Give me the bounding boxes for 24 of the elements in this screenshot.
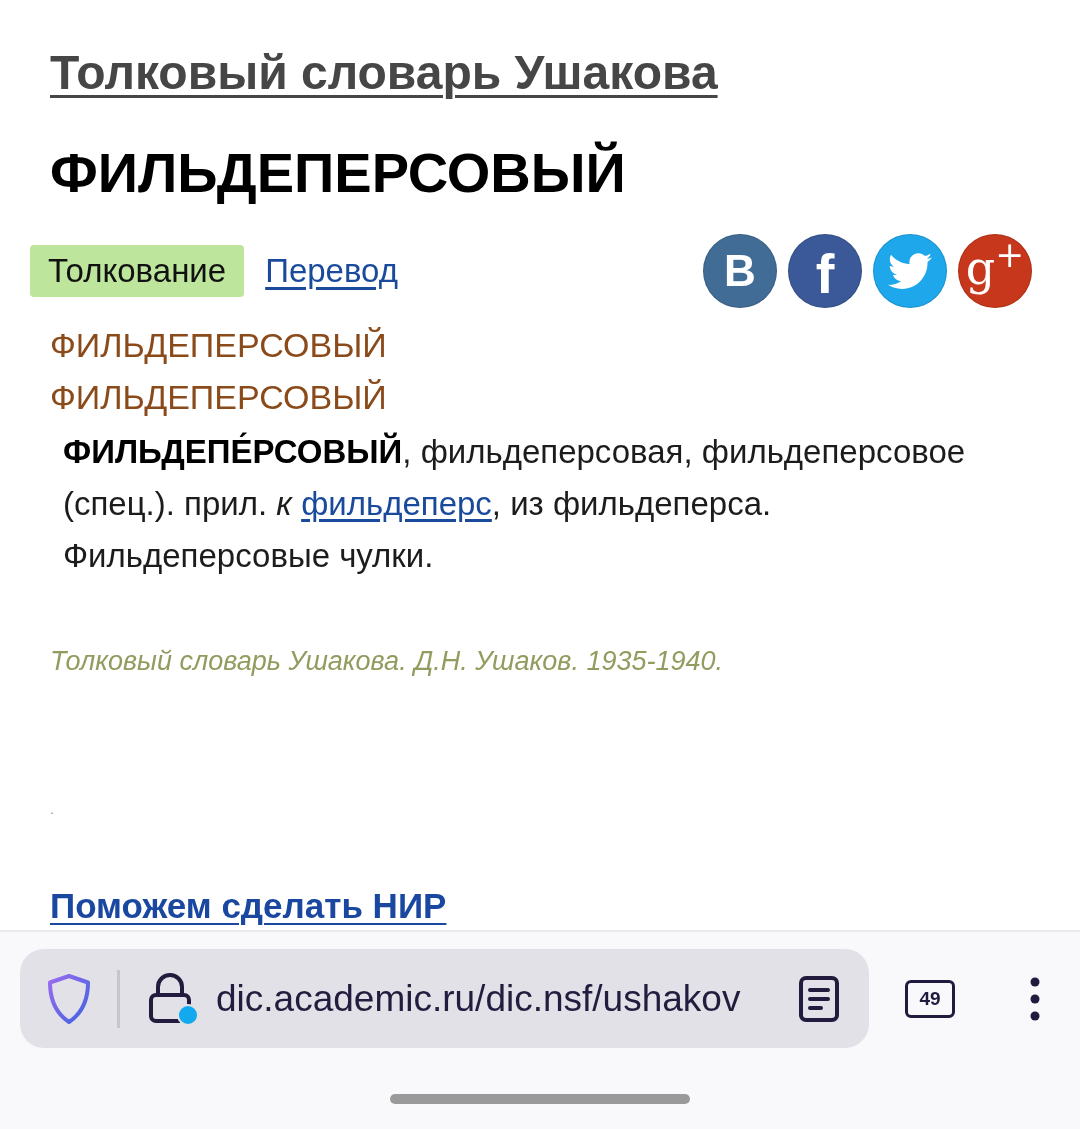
bird-icon (888, 252, 932, 290)
definition-text: ФИЛЬДЕПЕ́РСОВЫЙ, фильдеперсовая, фильдеперсовое (спец.). прил. к фильдеперс, из фильдеперса. Фильдеперсовые чулки. (63, 431, 967, 576)
dictionary-title-link[interactable]: Толковый словарь Ушакова (50, 45, 718, 101)
url-text: dic.academic.ru/dic.nsf/ushakov (216, 976, 741, 1021)
menu-icon (1030, 976, 1040, 1021)
separator-mark: . (50, 800, 54, 819)
shield-icon (46, 972, 92, 1025)
site-info-button[interactable] (146, 970, 200, 1027)
source-citation: Толковый словарь Ушакова. Д.Н. Ушаков. 1935-1940. (50, 645, 723, 677)
share-button[interactable]: g$^{+}$ (958, 234, 1032, 308)
share-button[interactable]: В (703, 234, 777, 308)
menu-button[interactable] (1029, 975, 1041, 1022)
definition-link[interactable]: фильдеперс (301, 485, 492, 522)
document-icon (799, 975, 839, 1022)
tab[interactable]: Толкование (30, 245, 245, 297)
tab-count-button[interactable]: 49 (905, 979, 955, 1018)
entry-title: ФИЛЬДЕПЕРСОВЫЙ (50, 377, 387, 418)
share-button[interactable]: f (788, 234, 862, 308)
entry-title: ФИЛЬДЕПЕРСОВЫЙ (50, 325, 387, 366)
address-bar[interactable]: dic.academic.ru/dic.nsf/ushakov (20, 949, 869, 1048)
promo-link[interactable]: Поможем сделать НИР (50, 886, 447, 926)
lock-icon (146, 970, 200, 1027)
headword-heading: ФИЛЬДЕПЕРСОВЫЙ (50, 140, 626, 206)
tab[interactable]: Перевод (265, 245, 398, 297)
